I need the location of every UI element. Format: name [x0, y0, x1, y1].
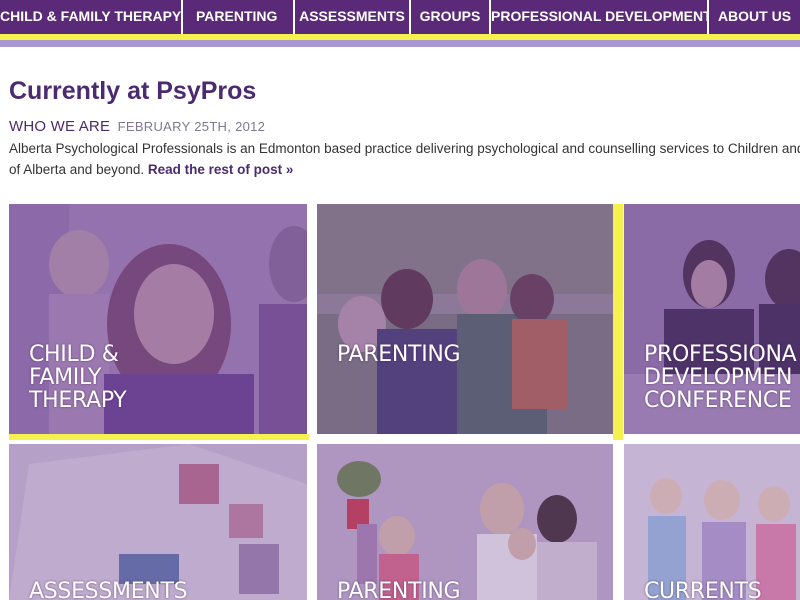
read-more-link[interactable]: Read the rest of post »: [148, 162, 294, 177]
tile-label-line: ASSESSMENTS: [29, 579, 188, 600]
tile-highlight-bar-left: [613, 204, 623, 440]
tile-child-family-therapy[interactable]: CHILD & FAMILY THERAPY: [9, 204, 307, 434]
main-nav: CHILD & FAMILY THERAPY PARENTING ASSESSM…: [0, 0, 800, 34]
tile-overlay: [624, 444, 800, 600]
tile-professional-development[interactable]: PROFESSIONA DEVELOPMEN CONFERENCE: [624, 204, 800, 434]
tile-parenting-groups[interactable]: PARENTING: [317, 444, 613, 600]
tile-overlay: [9, 444, 307, 600]
tile-parenting[interactable]: PARENTING: [317, 204, 613, 434]
tile-label: CHILD & FAMILY THERAPY: [29, 342, 127, 413]
tile-label-line: DEVELOPMEN: [644, 365, 793, 390]
tile-label-line: CURRENTS: [644, 579, 762, 600]
post-excerpt-line2-text: of Alberta and beyond.: [9, 162, 145, 177]
post-excerpt-line1: Alberta Psychological Professionals is a…: [9, 141, 800, 156]
tile-label-line: FAMILY: [29, 365, 102, 390]
page-title: Currently at PsyPros: [9, 77, 257, 105]
post-excerpt-line2: of Alberta and beyond. Read the rest of …: [9, 159, 800, 180]
nav-item-child-family-therapy[interactable]: CHILD & FAMILY THERAPY: [0, 0, 181, 34]
tile-label: ASSESSMENTS: [29, 579, 188, 600]
tile-label: CURRENTS: [644, 579, 762, 600]
nav-item-assessments[interactable]: ASSESSMENTS: [295, 0, 409, 34]
nav-item-about-us[interactable]: ABOUT US: [709, 0, 800, 34]
nav-item-parenting[interactable]: PARENTING: [183, 0, 293, 34]
tile-label: PROFESSIONA DEVELOPMEN CONFERENCE: [644, 342, 797, 413]
tile-label-line: PROFESSIONA: [644, 342, 797, 367]
tile-label-line: PARENTING: [337, 579, 461, 600]
post-heading: WHO WE ARE FEBRUARY 25TH, 2012: [9, 118, 265, 136]
tile-highlight-bar-bottom: [9, 434, 309, 440]
nav-item-groups[interactable]: GROUPS: [411, 0, 489, 34]
nav-accent-lavender-bar: [0, 40, 800, 47]
tile-assessments[interactable]: ASSESSMENTS: [9, 444, 307, 600]
post-date: FEBRUARY 25TH, 2012: [117, 119, 266, 134]
tile-overlay: [317, 204, 613, 434]
tile-label-line: PARENTING: [337, 342, 461, 367]
tile-label: PARENTING: [337, 342, 461, 367]
tile-label: PARENTING: [337, 579, 461, 600]
tile-label-line: CONFERENCE: [644, 388, 792, 413]
post-category[interactable]: WHO WE ARE: [9, 118, 110, 135]
tile-overlay: [317, 444, 613, 600]
nav-item-professional-development[interactable]: PROFESSIONAL DEVELOPMENT: [491, 0, 707, 34]
tile-label-line: CHILD &: [29, 342, 119, 367]
tile-label-line: THERAPY: [29, 388, 127, 413]
tile-currents[interactable]: CURRENTS: [624, 444, 800, 600]
post-excerpt: Alberta Psychological Professionals is a…: [9, 138, 800, 180]
